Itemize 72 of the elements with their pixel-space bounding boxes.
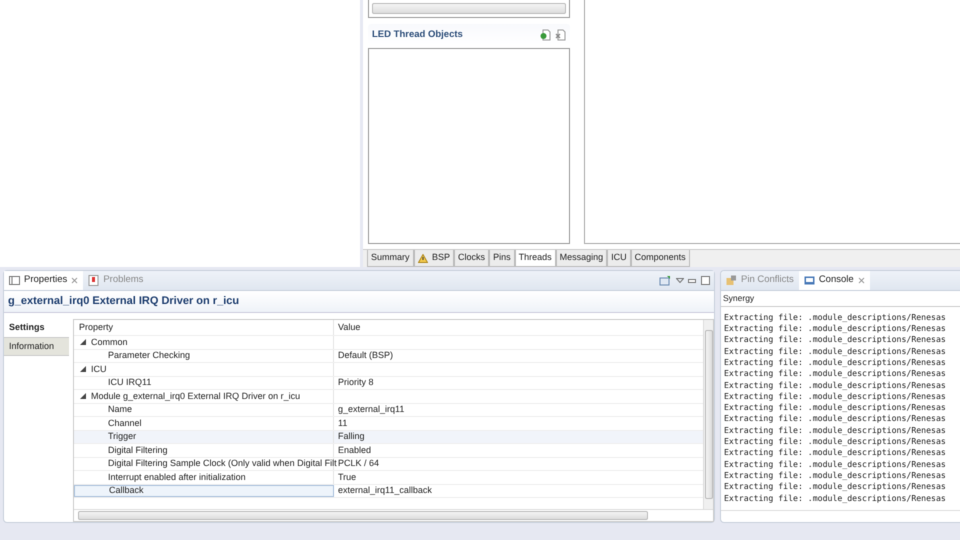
console-line: Extracting file: .module_descriptions/Renesas	[723, 458, 947, 470]
property-value: external_irq11_callback	[338, 485, 432, 495]
pins-icon	[726, 275, 737, 286]
vertical-scrollbar[interactable]	[703, 320, 713, 509]
monitor-icon	[804, 275, 815, 286]
property-name: Interrupt enabled after initialization	[108, 470, 246, 484]
console-line: Extracting file: .module_descriptions/Renesas	[723, 312, 947, 324]
property-name: Parameter Checking	[108, 349, 190, 362]
console-line: Extracting file: .module_descriptions/Renesas	[723, 436, 947, 448]
warning-list-icon	[88, 275, 100, 286]
expanded-icon[interactable]	[80, 366, 86, 372]
property-value: Enabled	[338, 444, 372, 454]
editor-tab[interactable]: BSP	[414, 250, 454, 267]
property-name: Digital Filtering	[108, 444, 168, 457]
property-value: 11	[338, 418, 348, 428]
console-line: Extracting file: .module_descriptions/Renesas	[723, 481, 947, 492]
view-tab[interactable]: Properties	[4, 271, 84, 290]
section-title: LED Thread Objects	[372, 28, 463, 42]
window-icon	[9, 275, 20, 286]
editor-tab[interactable]: Components	[630, 250, 690, 267]
pin-icon[interactable]	[659, 275, 671, 286]
console-source-label: Synergy	[721, 291, 960, 307]
property-name: Channel	[108, 416, 142, 430]
side-tab[interactable]: Information	[4, 338, 69, 356]
console-line: Extracting file: .module_descriptions/Renesas	[723, 346, 947, 357]
property-name: Digital Filtering Sample Clock (Only valid when Digital Filt	[108, 457, 337, 470]
minimize-icon[interactable]	[688, 278, 696, 282]
maximize-icon[interactable]	[700, 276, 710, 285]
editor-tab[interactable]: Clocks	[454, 250, 490, 267]
close-icon[interactable]	[71, 277, 78, 284]
console-line: Extracting file: .module_descriptions/Renesas	[723, 447, 947, 459]
property-value: g_external_irq11	[338, 404, 404, 414]
property-value: Default (BSP)	[338, 350, 394, 360]
view-menu-icon[interactable]	[676, 278, 684, 283]
console-line: Extracting file: .module_descriptions/Renesas	[723, 334, 947, 346]
property-value: Falling	[338, 431, 365, 441]
warning-icon	[418, 254, 428, 262]
property-name: Callback	[109, 484, 144, 497]
editor-tab[interactable]: Pins	[489, 250, 515, 267]
console-line: Extracting file: .module_descriptions/Renesas	[723, 402, 947, 414]
property-value: True	[338, 472, 356, 482]
property-name: Module g_external_irq0 External IRQ Driver on r_icu	[91, 390, 300, 403]
remove-icon[interactable]	[555, 29, 566, 41]
property-name: Common	[91, 336, 128, 348]
console-line: Extracting file: .module_descriptions/Renesas	[723, 356, 947, 368]
column-header[interactable]: Property	[74, 320, 114, 334]
view-tab[interactable]: Console	[798, 271, 870, 290]
console-line: Extracting file: .module_descriptions/Renesas	[723, 390, 947, 402]
property-value: PCLK / 64	[338, 458, 380, 468]
column-header[interactable]: Value	[338, 322, 360, 332]
console-line: Extracting file: .module_descriptions/Renesas	[723, 413, 947, 425]
editor-tab[interactable]: Messaging	[556, 250, 608, 267]
expanded-icon[interactable]	[80, 339, 86, 346]
console-line: Extracting file: .module_descriptions/Renesas	[723, 470, 947, 482]
console-line: Extracting file: .module_descriptions/Renesas	[723, 424, 947, 436]
horizontal-scrollbar[interactable]	[372, 3, 566, 14]
close-icon[interactable]	[858, 277, 865, 284]
property-value: Priority 8	[338, 377, 374, 387]
add-icon[interactable]	[540, 29, 550, 41]
console-line: Extracting file: .module_descriptions/Renesas	[723, 380, 947, 391]
property-name: Name	[108, 403, 132, 416]
console-line: Extracting file: .module_descriptions/Renesas	[723, 492, 947, 504]
editor-tab[interactable]: ICU	[607, 250, 631, 267]
property-name: ICU IRQ11	[108, 376, 152, 389]
expanded-icon[interactable]	[80, 393, 86, 400]
console-line: Extracting file: .module_descriptions/Renesas	[723, 368, 947, 380]
property-name: ICU	[91, 362, 106, 376]
editor-tab[interactable]: Summary	[367, 250, 414, 267]
console-line: Extracting file: .module_descriptions/Renesas	[723, 323, 947, 334]
property-name: Trigger	[108, 430, 136, 443]
horizontal-scrollbar[interactable]	[74, 509, 713, 521]
editor-tab[interactable]: Threads	[514, 250, 556, 267]
